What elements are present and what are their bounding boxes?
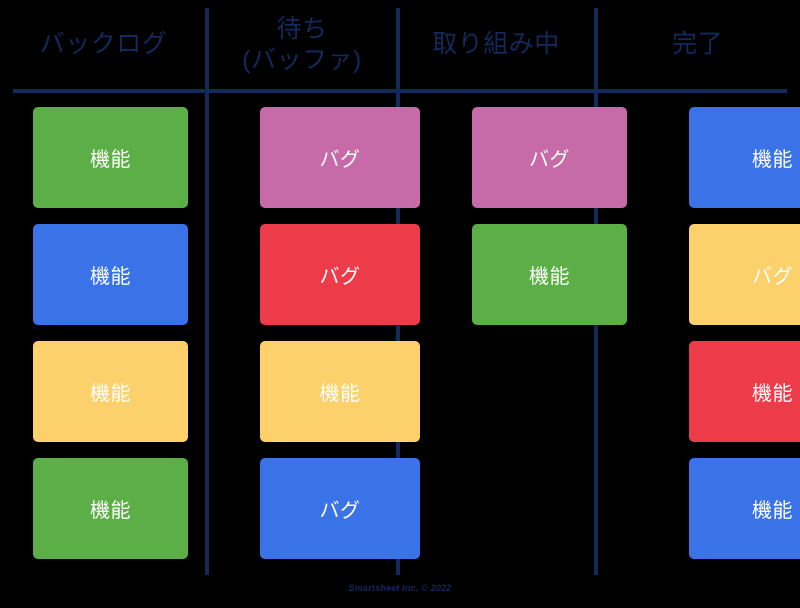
- kanban-card[interactable]: 機能: [689, 341, 800, 442]
- kanban-card[interactable]: バグ: [260, 107, 420, 208]
- column-header-done: 完了: [671, 30, 723, 59]
- kanban-card[interactable]: バグ: [260, 458, 420, 559]
- column-header-waiting-buffer: 待ち (バッファ): [242, 15, 362, 74]
- column-header-backlog: バックログ: [39, 30, 168, 59]
- kanban-card[interactable]: バグ: [260, 224, 420, 325]
- kanban-card[interactable]: 機能: [689, 458, 800, 559]
- kanban-card[interactable]: バグ: [689, 224, 800, 325]
- kanban-card-label: バグ: [529, 149, 570, 171]
- kanban-card[interactable]: 機能: [260, 341, 420, 442]
- column-backlog: 機能 機能 機能 機能: [0, 107, 238, 563]
- header-divider-line: [13, 89, 787, 93]
- card-columns: 機能 機能 機能 機能 バグ バグ 機能 バグ バグ 機能 機能 バグ 機能 機能: [0, 107, 800, 563]
- kanban-card-label: 機能: [752, 500, 793, 522]
- kanban-card-label: 機能: [319, 383, 361, 405]
- kanban-card-label: 機能: [90, 500, 131, 522]
- footer-credit: Smartsheet Inc. © 2022: [348, 583, 452, 593]
- kanban-card-label: 機能: [90, 149, 131, 171]
- kanban-card[interactable]: 機能: [33, 341, 188, 442]
- kanban-card[interactable]: 機能: [33, 107, 188, 208]
- column-waiting-buffer: バグ バグ 機能 バグ: [238, 107, 451, 563]
- kanban-card-label: バグ: [319, 149, 361, 171]
- kanban-card[interactable]: 機能: [33, 224, 188, 325]
- kanban-card[interactable]: バグ: [472, 107, 627, 208]
- kanban-card-label: 機能: [90, 266, 131, 288]
- kanban-card-label: バグ: [319, 266, 361, 288]
- kanban-card-label: 機能: [529, 266, 570, 288]
- column-done: 機能 バグ 機能 機能: [670, 107, 800, 563]
- kanban-card-label: バグ: [319, 500, 361, 522]
- kanban-card-label: バグ: [752, 266, 793, 288]
- kanban-card[interactable]: 機能: [33, 458, 188, 559]
- kanban-card-label: 機能: [90, 383, 131, 405]
- kanban-card[interactable]: 機能: [689, 107, 800, 208]
- column-in-progress: バグ 機能: [451, 107, 670, 563]
- kanban-card[interactable]: 機能: [472, 224, 627, 325]
- kanban-card-label: 機能: [752, 149, 793, 171]
- column-header-row: バックログ 待ち (バッファ) 取り組み中 完了: [0, 0, 800, 91]
- kanban-card-label: 機能: [752, 383, 793, 405]
- kanban-board: バックログ 待ち (バッファ) 取り組み中 完了 機能 機能 機能 機能 バグ バグ 機能…: [0, 0, 800, 608]
- column-header-in-progress: 取り組み中: [432, 30, 560, 59]
